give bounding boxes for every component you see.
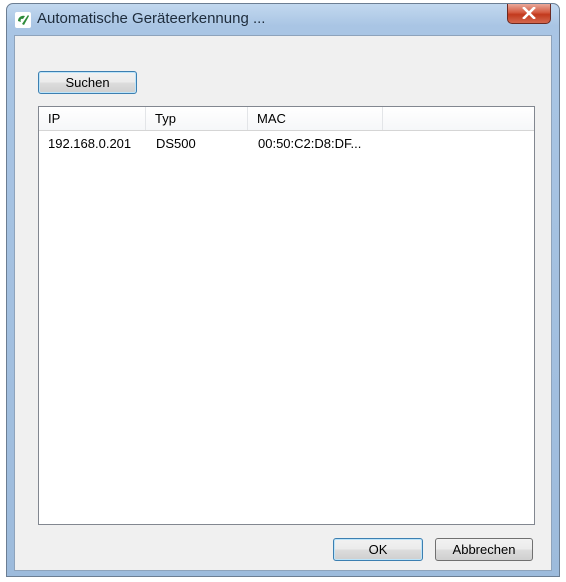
close-button[interactable] [507, 4, 551, 24]
title-bar[interactable]: Automatische Geräteerkennung ... [7, 4, 559, 34]
dialog-content: Suchen IP Typ MAC 192.168.0.201 DS500 00… [14, 35, 552, 571]
app-logo-icon [15, 12, 31, 28]
cancel-button[interactable]: Abbrechen [435, 538, 533, 561]
cell-mac: 00:50:C2:D8:DF... [258, 136, 362, 151]
list-header: IP Typ MAC [39, 107, 534, 131]
search-button[interactable]: Suchen [38, 71, 137, 94]
device-list[interactable]: IP Typ MAC 192.168.0.201 DS500 00:50:C2:… [38, 106, 535, 525]
cell-ip: 192.168.0.201 [48, 136, 132, 151]
ok-button[interactable]: OK [333, 538, 423, 561]
column-header-ip[interactable]: IP [39, 107, 146, 130]
column-header-type[interactable]: Typ [146, 107, 248, 130]
table-row[interactable]: 192.168.0.201 DS500 00:50:C2:D8:DF... [39, 132, 534, 152]
dialog-window: Automatische Geräteerkennung ... Suchen … [6, 3, 560, 577]
column-header-mac[interactable]: MAC [248, 107, 383, 130]
window-title: Automatische Geräteerkennung ... [37, 10, 266, 27]
cell-type: DS500 [156, 136, 196, 151]
column-header-empty[interactable] [383, 107, 535, 130]
close-icon [522, 4, 536, 23]
